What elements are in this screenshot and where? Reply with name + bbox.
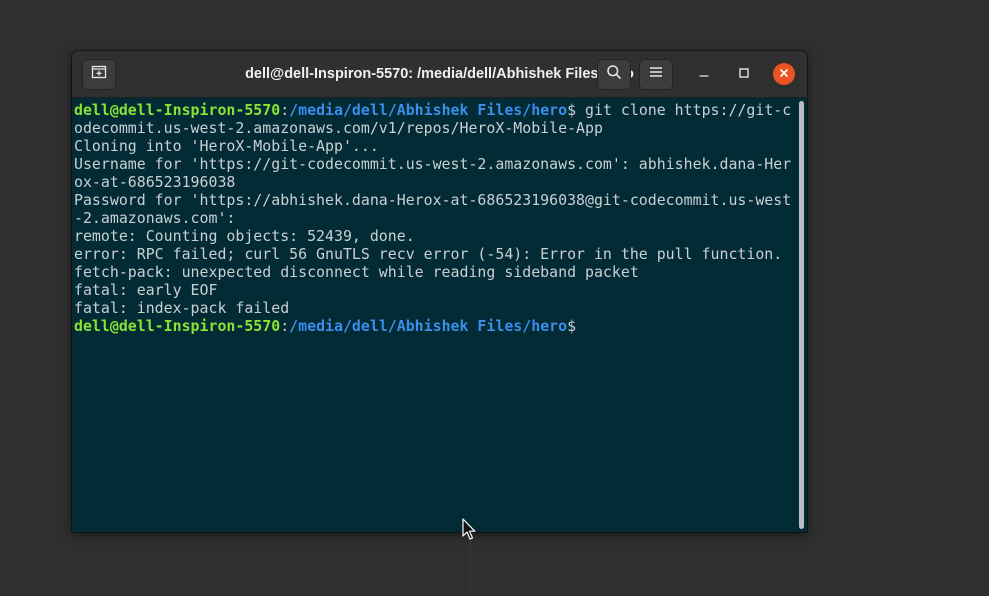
minimize-icon [699,65,709,83]
output-line: error: RPC failed; curl 56 GnuTLS recv e… [74,245,783,263]
close-button[interactable] [773,63,795,85]
search-button[interactable] [597,59,631,90]
terminal-area[interactable]: dell@dell-Inspiron-5570:/media/dell/Abhi… [72,98,807,532]
output-line: remote: Counting objects: 52439, done. [74,227,415,245]
close-icon [779,65,789,83]
scrollbar[interactable] [799,101,804,529]
mouse-pointer-icon [462,518,478,542]
terminal-window: dell@dell-Inspiron-5570: /media/dell/Abh… [72,51,807,532]
prompt-sign: $ [567,101,577,119]
header-bar[interactable]: dell@dell-Inspiron-5570: /media/dell/Abh… [72,51,807,98]
output-line: fatal: early EOF [74,281,218,299]
hamburger-menu-icon [649,65,663,84]
maximize-icon [739,65,749,83]
prompt-user: dell@dell-Inspiron-5570 [74,101,281,119]
output-line: Cloning into 'HeroX-Mobile-App'... [74,137,379,155]
output-line: Password for 'https://abhishek.dana-Hero… [74,191,792,227]
prompt-separator: : [280,101,290,119]
prompt-user: dell@dell-Inspiron-5570 [74,317,281,335]
prompt-path: /media/dell/Abhishek Files/hero [289,317,568,335]
menu-button[interactable] [639,59,673,90]
new-tab-icon [91,64,107,85]
maximize-button[interactable] [733,63,755,85]
prompt-separator: : [280,317,290,335]
prompt-sign: $ [567,317,577,335]
minimize-button[interactable] [693,63,715,85]
terminal-output[interactable]: dell@dell-Inspiron-5570:/media/dell/Abhi… [74,101,796,335]
output-line: fatal: index-pack failed [74,299,290,317]
output-line: fetch-pack: unexpected disconnect while … [74,263,639,281]
prompt-path: /media/dell/Abhishek Files/hero [289,101,568,119]
new-tab-button[interactable] [82,59,116,90]
search-icon [606,64,622,85]
output-line: Username for 'https://git-codecommit.us-… [74,155,792,191]
